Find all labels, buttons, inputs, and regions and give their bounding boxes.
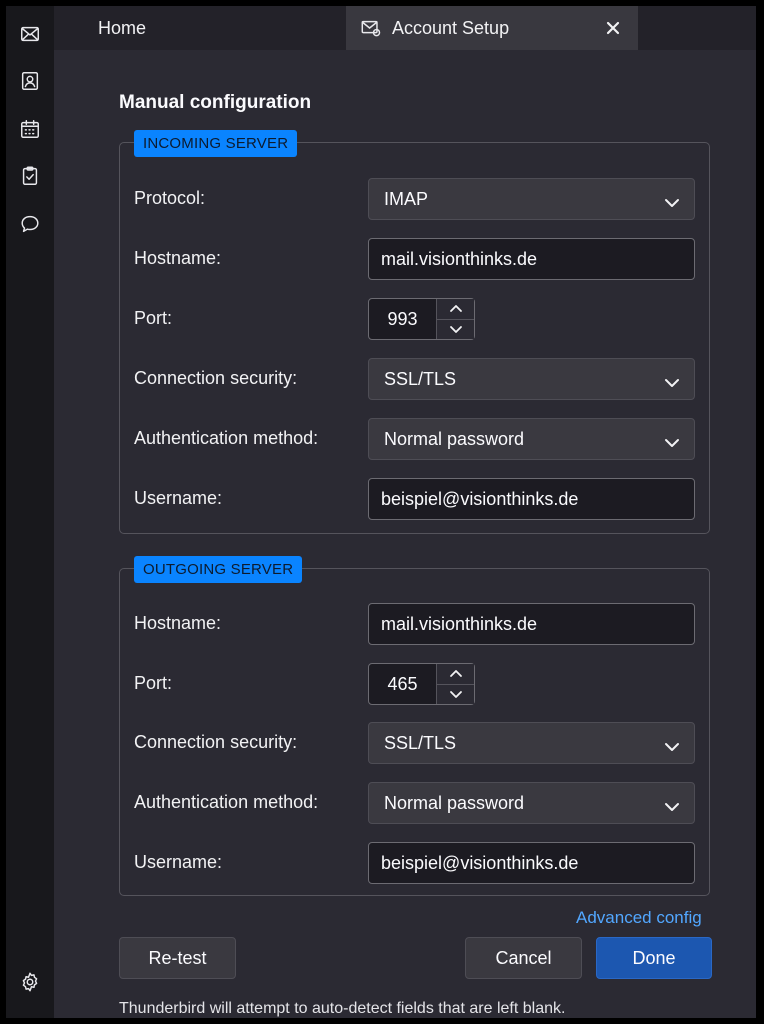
incoming-auth-value: Normal password (384, 428, 525, 449)
outgoing-auth-row: Authentication method: Normal password (120, 782, 709, 824)
outgoing-port-row: Port: 465 (120, 663, 709, 705)
chat-icon[interactable] (14, 208, 46, 240)
chevron-down-icon (664, 433, 680, 447)
outgoing-username-row: Username: beispiel@visionthinks.de (120, 842, 709, 884)
outgoing-server-legend: OUTGOING SERVER (134, 556, 303, 583)
incoming-username-row: Username: beispiel@visionthinks.de (120, 478, 709, 520)
address-book-icon[interactable] (14, 65, 46, 97)
incoming-hostname-input[interactable]: mail.visionthinks.de (368, 238, 695, 280)
page-title: Manual configuration (119, 92, 312, 113)
outgoing-hostname-row: Hostname: mail.visionthinks.de (120, 603, 709, 645)
incoming-hostname-label: Hostname: (134, 248, 222, 268)
decrement-icon[interactable] (437, 683, 474, 705)
outgoing-auth-value: Normal password (384, 792, 525, 813)
incoming-security-value: SSL/TLS (384, 368, 457, 389)
calendar-icon[interactable] (14, 113, 46, 145)
chevron-down-icon (664, 797, 680, 811)
incoming-port-label: Port: (134, 308, 173, 328)
outgoing-username-input[interactable]: beispiel@visionthinks.de (368, 842, 695, 884)
incoming-protocol-row: Protocol: IMAP (120, 178, 709, 220)
tab-home[interactable]: Home (98, 6, 146, 50)
incoming-auth-label: Authentication method: (134, 428, 319, 448)
outgoing-hostname-label: Hostname: (134, 613, 222, 633)
incoming-auth-row: Authentication method: Normal password (120, 418, 709, 460)
outgoing-security-select[interactable]: SSL/TLS (368, 722, 695, 764)
incoming-security-label: Connection security: (134, 368, 298, 388)
outgoing-server-fieldset: OUTGOING SERVER Hostname: mail.visionthi… (119, 556, 710, 896)
increment-icon[interactable] (437, 299, 474, 319)
mail-settings-icon (360, 17, 382, 39)
incoming-security-row: Connection security: SSL/TLS (120, 358, 709, 400)
outgoing-port-input[interactable]: 465 (369, 664, 436, 704)
incoming-security-select[interactable]: SSL/TLS (368, 358, 695, 400)
incoming-server-legend: INCOMING SERVER (134, 130, 298, 157)
incoming-port-input[interactable]: 993 (369, 299, 436, 339)
close-icon[interactable] (602, 17, 624, 39)
outgoing-username-label: Username: (134, 852, 223, 872)
outgoing-port-stepper[interactable]: 465 (368, 663, 475, 705)
tab-home-label: Home (98, 17, 147, 38)
tab-bar: Home Account Setup (54, 6, 756, 50)
incoming-username-input[interactable]: beispiel@visionthinks.de (368, 478, 695, 520)
outgoing-security-row: Connection security: SSL/TLS (120, 722, 709, 764)
incoming-hostname-row: Hostname: mail.visionthinks.de (120, 238, 709, 280)
spaces-toolbar (6, 6, 54, 1018)
incoming-server-fieldset: INCOMING SERVER Protocol: IMAP Hostname:… (119, 130, 710, 534)
outgoing-port-label: Port: (134, 673, 173, 693)
outgoing-security-value: SSL/TLS (384, 732, 457, 753)
tab-account-setup[interactable]: Account Setup (346, 6, 638, 50)
outgoing-auth-select[interactable]: Normal password (368, 782, 695, 824)
tasks-icon[interactable] (14, 160, 46, 192)
settings-icon[interactable] (14, 966, 46, 998)
incoming-protocol-value: IMAP (384, 188, 429, 209)
app-window: Home Account Setup Manual configuration … (6, 6, 756, 1018)
outgoing-security-label: Connection security: (134, 732, 298, 752)
tab-account-setup-label: Account Setup (392, 17, 510, 38)
done-button[interactable]: Done (596, 937, 712, 979)
increment-icon[interactable] (437, 664, 474, 684)
incoming-auth-select[interactable]: Normal password (368, 418, 695, 460)
account-setup-content: Manual configuration INCOMING SERVER Pro… (54, 50, 756, 1018)
cancel-button[interactable]: Cancel (465, 937, 582, 979)
incoming-port-spin-buttons (436, 299, 474, 339)
incoming-protocol-label: Protocol: (134, 188, 206, 208)
incoming-username-label: Username: (134, 488, 223, 508)
decrement-icon[interactable] (437, 318, 474, 340)
mail-icon[interactable] (14, 18, 46, 50)
outgoing-hostname-input[interactable]: mail.visionthinks.de (368, 603, 695, 645)
auto-detect-note: Thunderbird will attempt to auto-detect … (119, 1000, 566, 1017)
retest-button[interactable]: Re-test (119, 937, 236, 979)
chevron-down-icon (664, 737, 680, 751)
advanced-config-link[interactable]: Advanced config (576, 908, 702, 928)
chevron-down-icon (664, 373, 680, 387)
outgoing-port-spin-buttons (436, 664, 474, 704)
incoming-port-stepper[interactable]: 993 (368, 298, 475, 340)
incoming-port-row: Port: 993 (120, 298, 709, 340)
outgoing-auth-label: Authentication method: (134, 792, 319, 812)
incoming-protocol-select[interactable]: IMAP (368, 178, 695, 220)
chevron-down-icon (664, 193, 680, 207)
